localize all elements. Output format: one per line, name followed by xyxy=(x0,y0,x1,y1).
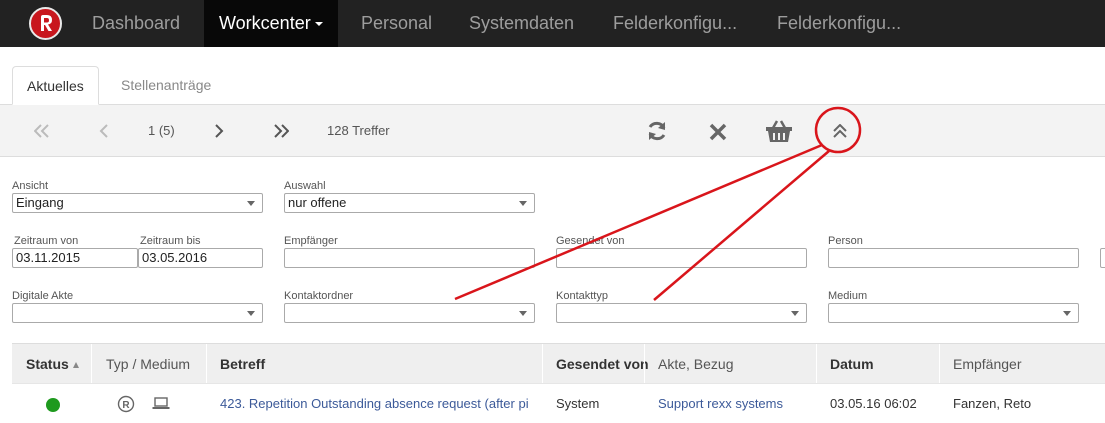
col-betreff[interactable]: Betreff xyxy=(220,344,265,384)
zeitraum-von-input[interactable]: 03.11.2015 xyxy=(12,248,138,268)
col-typ-medium[interactable]: Typ / Medium xyxy=(106,344,190,384)
kontaktordner-label: Kontaktordner xyxy=(284,290,354,302)
workcenter-page: Dashboard Workcenter Personal Systemdate… xyxy=(0,0,1105,423)
kontaktordner-select[interactable] xyxy=(284,303,535,323)
gesendet-von-input[interactable] xyxy=(556,248,807,268)
betreff-link[interactable]: 423. Repetition Outstanding absence requ… xyxy=(220,384,542,423)
col-akte-bezug[interactable]: Akte, Bezug xyxy=(658,344,734,384)
auswahl-label: Auswahl xyxy=(284,180,326,192)
empfaenger-input[interactable] xyxy=(284,248,535,268)
column-divider xyxy=(644,344,645,384)
col-datum[interactable]: Datum xyxy=(830,344,874,384)
last-page-icon[interactable] xyxy=(273,124,289,138)
digitale-akte-label: Digitale Akte xyxy=(12,290,74,302)
first-page-icon[interactable] xyxy=(34,124,50,138)
refresh-icon[interactable] xyxy=(646,120,668,142)
laptop-icon xyxy=(152,397,170,409)
ansicht-select[interactable]: Eingang xyxy=(12,193,263,213)
medium-label: Medium xyxy=(828,290,868,302)
annotation-arrow-line xyxy=(653,150,830,301)
hit-count: 128 Treffer xyxy=(327,123,390,138)
nav-dashboard[interactable]: Dashboard xyxy=(92,0,180,47)
svg-text:R: R xyxy=(122,400,130,411)
list-toolbar: 1 (5) 128 Treffer xyxy=(0,105,1105,157)
tab-stellenantraege[interactable]: Stellenanträge xyxy=(107,66,225,105)
clear-icon[interactable] xyxy=(709,123,727,141)
nav-personal[interactable]: Personal xyxy=(361,0,432,47)
kontakttyp-label: Kontakttyp xyxy=(556,290,608,302)
nav-systemdaten[interactable]: Systemdaten xyxy=(469,0,574,47)
column-divider xyxy=(939,344,940,384)
auswahl-select[interactable]: nur offene xyxy=(284,193,535,213)
nav-workcenter[interactable]: Workcenter xyxy=(204,0,338,47)
prev-page-icon[interactable] xyxy=(99,124,109,138)
nav-felderkonfiguration-2[interactable]: Felderkonfigu... xyxy=(777,0,901,47)
gesendet-von-cell: System xyxy=(556,396,600,411)
annotation-arrow-line xyxy=(454,143,823,301)
datum-cell: 03.05.16 06:02 xyxy=(830,396,917,411)
zeitraum-bis-input[interactable]: 03.05.2016 xyxy=(138,248,263,268)
person-label: Person xyxy=(828,235,863,247)
col-status[interactable]: Status xyxy=(26,344,79,384)
nav-workcenter-label: Workcenter xyxy=(219,13,311,33)
sort-ascending-icon xyxy=(72,362,79,369)
medium-select[interactable] xyxy=(828,303,1079,323)
extra-filter-input[interactable] xyxy=(1100,248,1105,268)
zeitraum-bis-label: Zeitraum bis xyxy=(140,235,201,247)
table-row[interactable]: R 423. Repetition Outstanding absence re… xyxy=(12,383,1105,423)
col-empfaenger[interactable]: Empfänger xyxy=(953,344,1021,384)
zeitraum-von-label: Zeitraum von xyxy=(14,235,79,247)
status-green-icon xyxy=(46,398,60,412)
basket-icon[interactable] xyxy=(765,118,793,144)
page-indicator: 1 (5) xyxy=(148,123,175,138)
column-divider xyxy=(91,344,92,384)
next-page-icon[interactable] xyxy=(214,124,224,138)
empfaenger-cell: Fanzen, Reto xyxy=(953,396,1032,411)
top-navbar: Dashboard Workcenter Personal Systemdate… xyxy=(0,0,1105,47)
column-divider xyxy=(542,344,543,384)
tab-aktuelles[interactable]: Aktuelles xyxy=(12,66,99,105)
col-status-label: Status xyxy=(26,356,69,372)
ansicht-label: Ansicht xyxy=(12,180,49,192)
collapse-icon[interactable] xyxy=(833,124,847,138)
kontakttyp-select[interactable] xyxy=(556,303,807,323)
nav-felderkonfiguration-1[interactable]: Felderkonfigu... xyxy=(613,0,737,47)
empfaenger-label: Empfänger xyxy=(284,235,338,247)
rexx-logo-icon[interactable] xyxy=(29,7,62,40)
digitale-akte-select[interactable] xyxy=(12,303,263,323)
gesendet-von-label: Gesendet von xyxy=(556,235,625,247)
akte-bezug-link[interactable]: Support rexx systems xyxy=(658,384,783,423)
person-input[interactable] xyxy=(828,248,1079,268)
registered-icon: R xyxy=(117,395,135,413)
col-gesendet-von[interactable]: Gesendet von xyxy=(556,344,649,384)
caret-down-icon xyxy=(314,22,323,27)
column-divider xyxy=(206,344,207,384)
column-divider xyxy=(816,344,817,384)
table-header: Status Typ / Medium Betreff Gesendet von… xyxy=(12,343,1105,384)
